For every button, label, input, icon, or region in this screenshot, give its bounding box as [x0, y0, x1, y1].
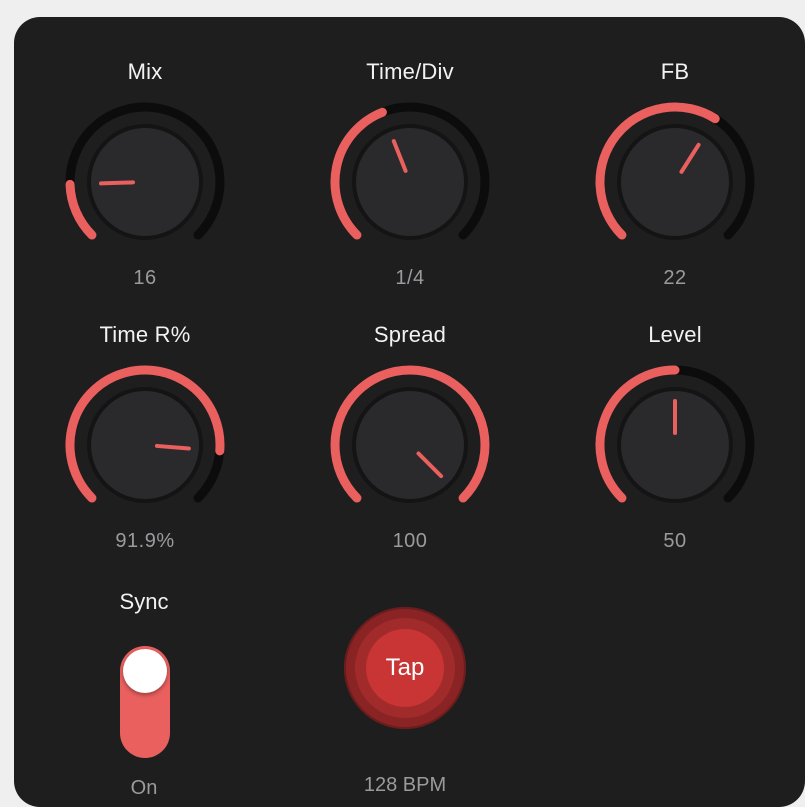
- knob-body: [621, 128, 729, 236]
- knob-fb[interactable]: FB 22: [575, 59, 775, 299]
- knob-label: Time/Div: [366, 59, 454, 84]
- knob-dial[interactable]: [310, 360, 510, 530]
- knob-value: 50: [663, 530, 687, 552]
- knob-value: 1/4: [395, 267, 425, 289]
- knob-value: 16: [133, 267, 157, 289]
- knob-dial[interactable]: [575, 360, 775, 530]
- sync-toggle-thumb[interactable]: [123, 649, 167, 693]
- tap-button[interactable]: Tap: [366, 629, 444, 707]
- knob-indicator: [154, 443, 191, 451]
- knob-dial[interactable]: [45, 360, 245, 530]
- knob-body: [356, 391, 464, 499]
- knob-spread[interactable]: Spread 100: [310, 322, 510, 562]
- knob-label: Mix: [127, 59, 163, 84]
- knob-time-div[interactable]: Time/Div 1/4: [310, 59, 510, 299]
- sync-label: Sync: [119, 589, 169, 614]
- knob-value: 22: [663, 267, 687, 289]
- knob-body: [91, 391, 199, 499]
- knob-label: Spread: [373, 322, 447, 347]
- sync-toggle[interactable]: [120, 646, 170, 758]
- knob-mix[interactable]: Mix 16: [45, 59, 245, 299]
- knob-body: [356, 128, 464, 236]
- delay-panel: Mix 16 Time/Div 1/4 FB 22 Time R% 91.9% …: [14, 17, 805, 807]
- knob-label: Time R%: [99, 322, 191, 347]
- knob-dial[interactable]: [310, 97, 510, 267]
- knob-value: 100: [392, 530, 428, 552]
- knob-time-r[interactable]: Time R% 91.9%: [45, 322, 245, 562]
- knob-level[interactable]: Level 50: [575, 322, 775, 562]
- knob-dial[interactable]: [575, 97, 775, 267]
- knob-indicator: [99, 180, 136, 186]
- knob-label: FB: [660, 59, 690, 84]
- knob-value: 91.9%: [115, 530, 175, 552]
- knob-label: Level: [648, 322, 702, 347]
- knob-dial[interactable]: [45, 97, 245, 267]
- tap-button-halo[interactable]: Tap: [344, 607, 466, 729]
- sync-value: On: [130, 777, 158, 799]
